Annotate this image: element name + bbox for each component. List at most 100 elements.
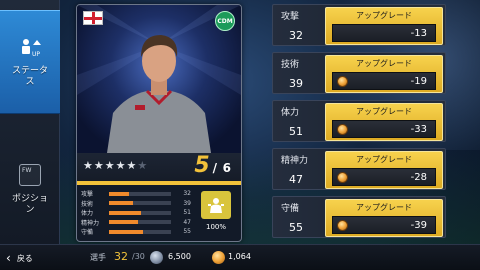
status-up-icon: UP xyxy=(22,39,41,58)
upgrade-label: アップグレード xyxy=(356,155,412,164)
upgrade-cost-box: -28 xyxy=(332,168,436,186)
mini-stat-label: 体力 xyxy=(81,210,94,217)
coin-icon xyxy=(337,172,348,183)
stat-value: 55 xyxy=(289,221,303,234)
upgrade-label: アップグレード xyxy=(356,107,412,116)
level-separator: / xyxy=(212,161,218,175)
card-divider xyxy=(77,181,241,185)
player-card: CDM ★★★★★★ 5/ 6 攻撃 32 技術 39 体力 51 精神力 47 xyxy=(76,4,242,242)
players-label: 選手 xyxy=(90,253,106,262)
chevron-left-icon: ‹ xyxy=(6,251,11,265)
mini-stat-fill xyxy=(109,210,141,215)
bottom-bar: ‹ 戻る 選手 32 /30 6,500 1,064 xyxy=(0,244,480,270)
star-icon: ★ xyxy=(93,159,105,172)
mini-stat-fill xyxy=(109,229,144,234)
mini-stat-fill xyxy=(109,201,134,205)
stat-upgrade-panel: 攻撃 32 アップグレード -13 技術 39 アップグレード -19 体力 5… xyxy=(272,4,446,238)
mini-stat-bar xyxy=(109,220,171,224)
stat-value: 32 xyxy=(289,29,303,42)
upgrade-cost-box: -33 xyxy=(332,120,436,138)
england-flag-icon xyxy=(83,11,103,25)
stat-name: 精神力 xyxy=(281,156,309,166)
gold-coin-icon xyxy=(212,251,225,264)
upgrade-cost: -39 xyxy=(410,220,427,231)
mini-stat-fill xyxy=(109,191,129,196)
nav-position-label: ポジション xyxy=(11,194,48,215)
currency-b-amount: 1,064 xyxy=(228,252,251,261)
players-count: 32 xyxy=(114,250,128,263)
mini-stat-bar xyxy=(109,201,171,205)
stat-value: 39 xyxy=(289,77,303,90)
star-icon: ★ xyxy=(115,159,127,172)
stat-name: 守備 xyxy=(281,204,300,214)
stars-row: ★★★★★★ 5/ 6 xyxy=(77,153,241,183)
upgrade-label: アップグレード xyxy=(356,203,412,212)
stat-row-attack: 攻撃 32 アップグレード -13 xyxy=(272,4,446,46)
upgrade-button[interactable]: アップグレード -39 xyxy=(325,199,443,237)
stat-name: 技術 xyxy=(281,60,300,70)
mini-stats: 攻撃 32 技術 39 体力 51 精神力 47 守備 55 xyxy=(81,189,193,241)
stat-row-technique: 技術 39 アップグレード -19 xyxy=(272,52,446,94)
nav-status-label: ステータス xyxy=(11,66,48,87)
card-level: 5/ 6 xyxy=(194,153,231,178)
stat-row-mental: 精神力 47 アップグレード -28 xyxy=(272,148,446,190)
stat-name: 体力 xyxy=(281,108,300,118)
back-button[interactable]: ‹ 戻る xyxy=(6,249,33,267)
players-max: /30 xyxy=(132,252,145,261)
upgrade-button[interactable]: アップグレード -33 xyxy=(325,103,443,141)
stat-row-stamina: 体力 51 アップグレード -33 xyxy=(272,100,446,142)
mini-stat-row: 技術 39 xyxy=(81,199,193,208)
coin-icon xyxy=(337,76,348,87)
coin-icon xyxy=(337,124,348,135)
upgrade-cost: -19 xyxy=(410,76,427,87)
mini-stat-row: 体力 51 xyxy=(81,208,193,217)
level-current: 5 xyxy=(194,153,210,178)
star-icon: ★ xyxy=(83,159,94,172)
mini-stat-label: 技術 xyxy=(81,200,94,208)
upgrade-button[interactable]: アップグレード -13 xyxy=(325,7,443,45)
mini-stat-value: 51 xyxy=(183,209,191,216)
upgrade-cost: -28 xyxy=(410,172,427,183)
mini-stat-value: 55 xyxy=(183,228,191,235)
mini-stat-label: 守備 xyxy=(81,229,94,236)
upgrade-cost: -13 xyxy=(410,28,427,39)
level-max: 6 xyxy=(222,161,231,175)
star-rating: ★★★★★★ xyxy=(83,159,148,172)
nav-item-position[interactable]: FW ポジション xyxy=(0,140,60,240)
mini-stat-row: 攻撃 32 xyxy=(81,189,193,198)
player-silhouette-icon xyxy=(201,191,231,219)
back-label: 戻る xyxy=(16,253,33,263)
left-nav: UP ステータス FW ポジション xyxy=(0,0,60,244)
silver-coin-icon xyxy=(150,251,163,264)
stat-name: 攻撃 xyxy=(281,12,300,22)
upgrade-label: アップグレード xyxy=(356,11,412,20)
overall-rating: 100% xyxy=(199,191,233,239)
overall-percent: 100% xyxy=(205,223,226,231)
upgrade-button[interactable]: アップグレード -19 xyxy=(325,55,443,93)
player-portrait: CDM xyxy=(77,5,241,153)
mini-stat-row: 守備 55 xyxy=(81,227,193,236)
mini-stat-value: 47 xyxy=(183,218,191,226)
star-empty-icon: ★ xyxy=(137,159,149,172)
mini-stat-value: 32 xyxy=(183,190,191,197)
stat-row-defense: 守備 55 アップグレード -39 xyxy=(272,196,446,238)
position-fw-icon: FW xyxy=(19,164,41,186)
mini-stat-label: 精神力 xyxy=(81,219,100,227)
currency-a-amount: 6,500 xyxy=(168,252,191,261)
position-badge: CDM xyxy=(215,11,235,31)
mini-stat-fill xyxy=(109,220,139,224)
mini-stat-row: 精神力 47 xyxy=(81,218,193,227)
mini-stat-label: 攻撃 xyxy=(81,191,94,198)
mini-stat-bar xyxy=(109,229,171,234)
upgrade-cost-box: -19 xyxy=(332,72,436,90)
upgrade-button[interactable]: アップグレード -28 xyxy=(325,151,443,189)
star-icon: ★ xyxy=(126,159,138,172)
coin-icon xyxy=(337,220,348,231)
nav-item-status[interactable]: UP ステータス xyxy=(0,10,60,114)
mini-stat-bar xyxy=(109,210,171,215)
stat-value: 47 xyxy=(289,173,303,186)
upgrade-cost-box: -13 xyxy=(332,24,436,42)
mini-stat-bar xyxy=(109,191,171,196)
upgrade-cost: -33 xyxy=(410,124,427,135)
mini-stat-value: 39 xyxy=(183,199,191,207)
